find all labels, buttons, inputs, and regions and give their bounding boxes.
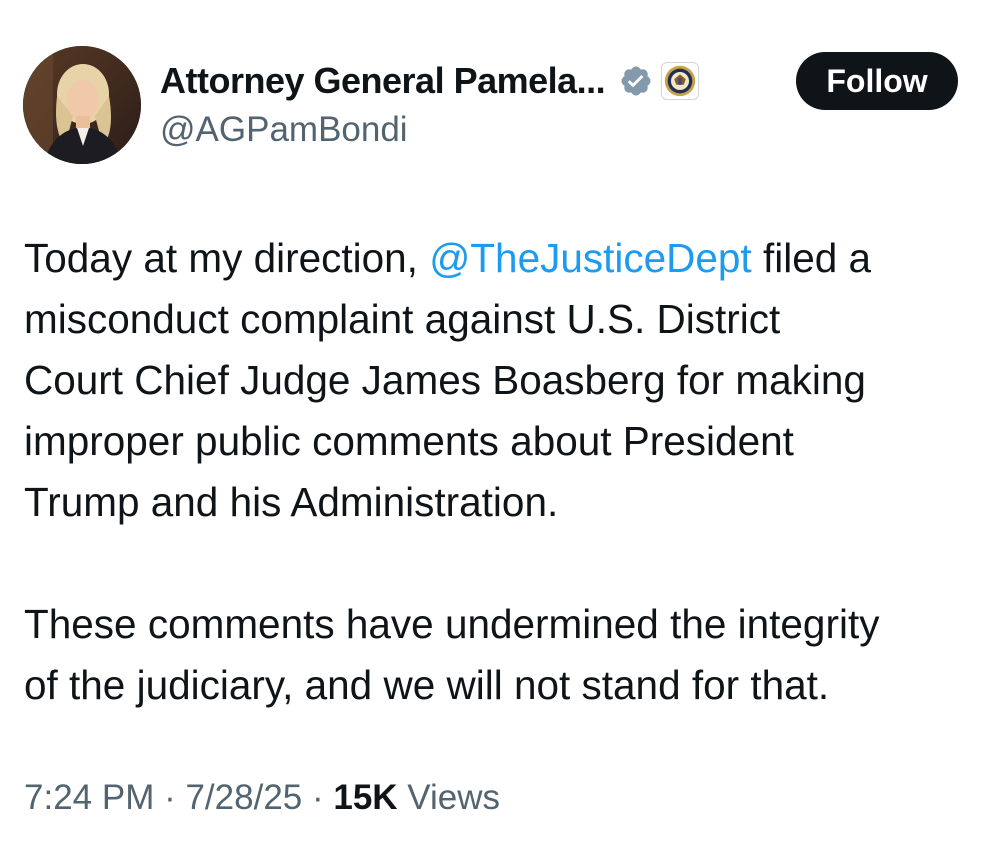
mention-link[interactable]: @TheJusticeDept — [429, 235, 752, 281]
meta-separator: · — [154, 778, 186, 817]
tweet-line-4: improper public comments about President — [24, 418, 794, 464]
follow-button[interactable]: Follow — [796, 52, 958, 110]
doj-seal-icon[interactable] — [661, 62, 700, 100]
handle[interactable]: @AGPamBondi — [160, 110, 408, 150]
tweet-line-3: Court Chief Judge James Boasberg for mak… — [24, 357, 866, 403]
tweet-line-1: Today at my direction, @TheJusticeDept f… — [24, 228, 984, 289]
meta-separator: · — [302, 778, 334, 817]
verified-badge-icon[interactable] — [619, 64, 653, 98]
tweet-text-segment: Today at my direction, — [24, 235, 430, 281]
tweet-text-segment: filed a — [751, 235, 872, 281]
tweet-line-6: These comments have undermined the integ… — [24, 601, 880, 647]
tweet-line-5: Trump and his Administration. — [24, 479, 559, 525]
views-count[interactable]: 15K — [333, 778, 397, 817]
avatar-photo — [23, 46, 141, 164]
tweet-line-2: misconduct complaint against U.S. Distri… — [24, 296, 781, 342]
tweet: Attorney General Pamela... @AGPamBondi F… — [0, 0, 1000, 847]
tweet-time[interactable]: 7:24 PM — [24, 778, 154, 817]
tweet-text: Today at my direction, @TheJusticeDept f… — [24, 228, 984, 716]
avatar[interactable] — [23, 46, 141, 164]
tweet-date[interactable]: 7/28/25 — [185, 778, 302, 817]
tweet-line-7: of the judiciary, and we will not stand … — [24, 662, 830, 708]
tweet-meta: 7:24 PM · 7/28/25 · 15K Views — [24, 778, 500, 818]
views-label: Views — [397, 778, 501, 817]
name-row: Attorney General Pamela... — [160, 56, 700, 106]
display-name[interactable]: Attorney General Pamela... — [160, 60, 606, 102]
